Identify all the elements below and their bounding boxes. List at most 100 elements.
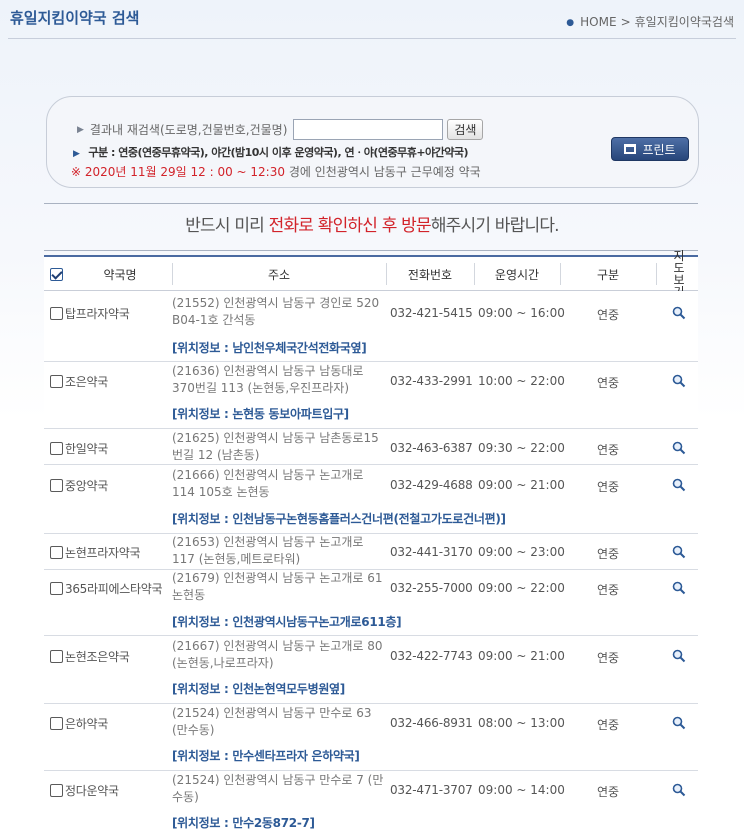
legend-row: ▶ 구분 : 연중(연중무휴약국), 야간(밤10시 이후 운영약국), 연ㆍ야…: [73, 144, 469, 160]
row-checkbox[interactable]: [50, 717, 63, 730]
table-row: 논현프라자약국 (21653) 인천광역시 남동구 논고개로 117 (논현동,…: [44, 534, 698, 570]
name-cell: 조은약국: [50, 373, 108, 390]
table-row: 중앙약국 (21666) 인천광역시 남동구 논고개로 114 105호 논현동…: [44, 465, 698, 534]
address-cell: (21625) 인천광역시 남동구 남촌동로15번길 12 (남촌동): [172, 431, 379, 462]
hours-cell: 09:30 ~ 22:00: [478, 441, 565, 455]
notice-divider-top: [44, 203, 698, 204]
type-cell: 연중: [597, 480, 620, 494]
row-checkbox[interactable]: [50, 479, 63, 492]
name-cell: 한일약국: [50, 440, 108, 457]
phone-cell: 032-429-4688: [390, 478, 473, 492]
header-name: 약국명: [103, 267, 137, 282]
triangle-right-icon: ▶: [77, 124, 84, 135]
region-text: 경에 인천광역시 남동구 근무예정 약국: [288, 165, 481, 179]
address-cell: (21636) 인천광역시 남동구 남동대로 370번길 113 (논현동,우진…: [172, 364, 364, 395]
magnifier-icon[interactable]: [672, 545, 686, 559]
table-row: 탑프라자약국 (21552) 인천광역시 남동구 경인로 520 B04-1호 …: [44, 291, 698, 362]
address-cell: (21667) 인천광역시 남동구 논고개로 80 (논현동,나로프라자): [172, 639, 383, 670]
hours-cell: 09:00 ~ 16:00: [478, 306, 565, 320]
header-map: 지도보기: [673, 249, 685, 298]
select-all-checkbox[interactable]: [49, 267, 63, 281]
type-cell: 연중: [597, 651, 620, 665]
row-checkbox[interactable]: [50, 546, 63, 559]
pharmacy-name[interactable]: 한일약국: [65, 440, 108, 457]
breadcrumb: ● HOME > 휴일지킴이약국검색: [566, 13, 734, 30]
magnifier-icon[interactable]: [672, 649, 686, 663]
location-info: [위치정보 : 논현동 동보아파트입구]: [172, 407, 349, 421]
magnifier-icon[interactable]: [672, 581, 686, 595]
pharmacy-name[interactable]: 논현프라자약국: [65, 544, 140, 561]
pharmacy-name[interactable]: 은하약국: [65, 715, 108, 732]
header-phone: 전화번호: [407, 267, 453, 282]
magnifier-icon[interactable]: [672, 478, 686, 492]
search-button[interactable]: 검색: [447, 119, 484, 140]
row-checkbox[interactable]: [50, 650, 63, 663]
magnifier-icon[interactable]: [672, 716, 686, 730]
breadcrumb-current: 휴일지킴이약국검색: [634, 15, 734, 29]
type-cell: 연중: [597, 718, 620, 732]
phone-cell: 032-471-3707: [390, 783, 473, 797]
type-cell: 연중: [597, 547, 620, 561]
phone-cell: 032-463-6387: [390, 441, 473, 455]
pharmacy-name[interactable]: 중앙약국: [65, 477, 108, 494]
hours-cell: 09:00 ~ 21:00: [478, 478, 565, 492]
row-checkbox[interactable]: [50, 784, 63, 797]
address-cell: (21666) 인천광역시 남동구 논고개로 114 105호 논현동: [172, 468, 364, 499]
breadcrumb-home[interactable]: HOME: [580, 15, 616, 29]
magnifier-icon[interactable]: [672, 306, 686, 320]
pharmacy-name[interactable]: 정다운약국: [65, 782, 119, 799]
pharmacy-name[interactable]: 365라피에스타약국: [65, 580, 162, 597]
pharmacy-name[interactable]: 조은약국: [65, 373, 108, 390]
visit-notice: 반드시 미리 전화로 확인하신 후 방문해주시기 바랍니다.: [0, 211, 744, 236]
date-row: ※ 2020년 11월 29일 12 : 00 ~ 12:30 경에 인천광역시…: [71, 163, 481, 180]
type-cell: 연중: [597, 785, 620, 799]
header-hours: 운영시간: [494, 267, 540, 282]
name-cell: 365라피에스타약국: [50, 580, 162, 597]
location-info: [위치정보 : 인천남동구논현동홈플러스건너편(전철고가도로건너편)]: [172, 512, 506, 526]
name-cell: 논현프라자약국: [50, 544, 140, 561]
address-cell: (21524) 인천광역시 남동구 만수로 7 (만수동): [172, 773, 384, 804]
magnifier-icon[interactable]: [672, 783, 686, 797]
location-info: [위치정보 : 인천논현역모두병원옆]: [172, 682, 345, 696]
table-row: 은하약국 (21524) 인천광역시 남동구 만수로 63 (만수동) 032-…: [44, 704, 698, 771]
row-checkbox[interactable]: [50, 375, 63, 388]
magnifier-icon[interactable]: [672, 441, 686, 455]
magnifier-icon[interactable]: [672, 374, 686, 388]
hours-cell: 09:00 ~ 22:00: [478, 581, 565, 595]
phone-cell: 032-441-3170: [390, 545, 473, 559]
name-cell: 은하약국: [50, 715, 108, 732]
table-row: 365라피에스타약국 (21679) 인천광역시 남동구 논고개로 61 논현동…: [44, 570, 698, 636]
type-cell: 연중: [597, 443, 620, 457]
table-row: 한일약국 (21625) 인천광역시 남동구 남촌동로15번길 12 (남촌동)…: [44, 429, 698, 465]
research-row: ▶ 결과내 재검색(도로명,건물번호,건물명) 검색: [77, 119, 484, 140]
address-cell: (21552) 인천광역시 남동구 경인로 520 B04-1호 간석동: [172, 296, 380, 327]
type-cell: 연중: [597, 583, 620, 597]
table-row: 정다운약국 (21524) 인천광역시 남동구 만수로 7 (만수동) 032-…: [44, 771, 698, 837]
header-address: 주소: [267, 267, 291, 282]
address-cell: (21653) 인천광역시 남동구 논고개로 117 (논현동,메트로타워): [172, 535, 364, 566]
research-label: 결과내 재검색(도로명,건물번호,건물명): [89, 123, 288, 137]
title-bar: 휴일지킴이약국 검색 ● HOME > 휴일지킴이약국검색: [0, 0, 744, 40]
phone-cell: 032-255-7000: [390, 581, 473, 595]
row-checkbox[interactable]: [50, 442, 63, 455]
title-divider: [8, 38, 736, 39]
pharmacy-name[interactable]: 논현조은약국: [65, 648, 130, 665]
research-input[interactable]: [293, 119, 444, 140]
name-cell: 논현조은약국: [50, 648, 130, 665]
triangle-right-icon: ▶: [73, 149, 80, 159]
row-checkbox[interactable]: [50, 307, 63, 320]
pharmacy-name[interactable]: 탑프라자약국: [65, 305, 130, 322]
name-cell: 탑프라자약국: [50, 305, 130, 322]
row-checkbox[interactable]: [50, 582, 63, 595]
hours-cell: 09:00 ~ 23:00: [478, 545, 565, 559]
hours-cell: 08:00 ~ 13:00: [478, 716, 565, 730]
hours-cell: 10:00 ~ 22:00: [478, 374, 565, 388]
type-cell: 연중: [597, 308, 620, 322]
hours-cell: 09:00 ~ 21:00: [478, 649, 565, 663]
print-button[interactable]: 프린트: [611, 137, 689, 161]
bullet-icon: ●: [566, 18, 575, 28]
table-row: 조은약국 (21636) 인천광역시 남동구 남동대로 370번길 113 (논…: [44, 362, 698, 429]
table-header: 약국명 주소 전화번호 운영시간 구분 지도보기: [44, 250, 698, 298]
location-info: [위치정보 : 인천광역시남동구논고개로611층]: [172, 615, 402, 629]
page-title: 휴일지킴이약국 검색: [10, 9, 140, 27]
